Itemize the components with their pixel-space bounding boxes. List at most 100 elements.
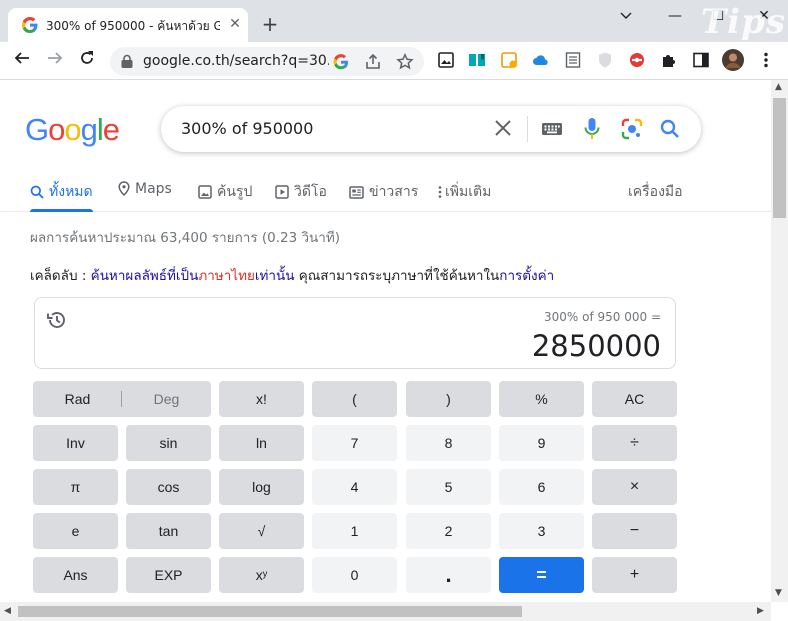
clear-search-icon[interactable] bbox=[493, 118, 513, 138]
tips-watermark: Tips bbox=[700, 2, 786, 42]
deg-button[interactable]: Deg bbox=[122, 381, 211, 417]
puzzle-extensions-icon[interactable] bbox=[660, 51, 678, 69]
tan-button[interactable]: tan bbox=[126, 513, 211, 549]
ln-button[interactable]: ln bbox=[219, 425, 304, 461]
digit-6-button[interactable]: 6 bbox=[499, 469, 584, 505]
microphone-icon[interactable] bbox=[583, 117, 601, 141]
history-icon[interactable] bbox=[46, 309, 68, 331]
google-lens-g-icon[interactable] bbox=[332, 53, 350, 71]
inverse-button[interactable]: Inv bbox=[33, 425, 118, 461]
search-icon[interactable] bbox=[659, 118, 681, 140]
rad-button[interactable]: Rad bbox=[33, 381, 122, 417]
digit-2-button[interactable]: 2 bbox=[406, 513, 491, 549]
keyboard-icon[interactable] bbox=[541, 120, 563, 138]
google-favicon-icon bbox=[22, 17, 38, 33]
close-paren-button[interactable]: ) bbox=[406, 381, 491, 417]
bookmark-star-icon[interactable] bbox=[396, 53, 414, 71]
avatar[interactable] bbox=[722, 49, 744, 71]
cloud-extension-icon[interactable] bbox=[532, 51, 550, 69]
cos-button[interactable]: cos bbox=[126, 469, 211, 505]
tools-button[interactable]: เครื่องมือ bbox=[628, 181, 683, 203]
digit-4-button[interactable]: 4 bbox=[312, 469, 397, 505]
scroll-down-arrow-icon[interactable]: ▼ bbox=[775, 588, 782, 598]
plus-button[interactable]: + bbox=[592, 557, 677, 593]
more-vertical-icon bbox=[438, 186, 442, 198]
scroll-left-arrow-icon[interactable]: ◀ bbox=[4, 606, 11, 616]
tab-all-label: ทั้งหมด bbox=[49, 184, 93, 200]
side-panel-icon[interactable] bbox=[692, 51, 710, 69]
ans-button[interactable]: Ans bbox=[33, 557, 118, 593]
lock-icon bbox=[121, 54, 133, 68]
tab-news[interactable]: ข่าวสาร bbox=[349, 181, 418, 203]
google-lens-camera-icon[interactable] bbox=[621, 118, 643, 140]
tab-maps[interactable]: Maps bbox=[118, 181, 172, 197]
back-button[interactable] bbox=[11, 50, 33, 72]
percent-button[interactable]: % bbox=[499, 381, 584, 417]
tab-images[interactable]: ค้นรูป bbox=[198, 181, 252, 203]
open-paren-button[interactable]: ( bbox=[312, 381, 397, 417]
thai-only-link[interactable]: ค้นหาผลลัพธ์ที่เป็นภาษาไทยเท่านั้น bbox=[91, 268, 295, 284]
reload-button[interactable] bbox=[76, 50, 98, 72]
tip-link-part: เท่านั้น bbox=[254, 268, 295, 284]
logo-letter: e bbox=[102, 112, 120, 147]
tip-link-thai: ภาษาไทย bbox=[198, 268, 255, 284]
digit-9-button[interactable]: 9 bbox=[499, 425, 584, 461]
address-bar[interactable]: google.co.th/search?q=30... bbox=[110, 47, 424, 76]
shield-icon[interactable] bbox=[596, 51, 614, 69]
digit-1-button[interactable]: 1 bbox=[312, 513, 397, 549]
divide-button[interactable]: ÷ bbox=[592, 425, 677, 461]
settings-link[interactable]: การตั้งค่า bbox=[499, 268, 554, 284]
browser-tab[interactable]: 300% of 950000 - ค้นหาด้วย Google ✕ bbox=[8, 8, 248, 42]
e-button[interactable]: e bbox=[33, 513, 118, 549]
tab-images-label: ค้นรูป bbox=[217, 184, 253, 200]
note-extension-icon[interactable] bbox=[500, 51, 518, 69]
power-button[interactable]: xʸ bbox=[219, 557, 304, 593]
pi-button[interactable]: π bbox=[33, 469, 118, 505]
logo-letter: G bbox=[25, 112, 49, 147]
search-box[interactable]: 300% of 950000 bbox=[161, 106, 701, 152]
browser-menu-icon[interactable] bbox=[757, 51, 775, 69]
decimal-point-button[interactable]: . bbox=[406, 557, 491, 593]
multiply-button[interactable]: × bbox=[592, 469, 677, 505]
digit-7-button[interactable]: 7 bbox=[312, 425, 397, 461]
document-extension-icon[interactable] bbox=[564, 51, 582, 69]
tab-close-icon[interactable]: ✕ bbox=[226, 15, 244, 33]
search-input[interactable]: 300% of 950000 bbox=[181, 119, 313, 138]
digit-0-button[interactable]: 0 bbox=[312, 557, 397, 593]
new-tab-button[interactable]: + bbox=[258, 13, 282, 37]
google-logo[interactable]: Google bbox=[25, 112, 120, 148]
square-root-button[interactable]: √ bbox=[219, 513, 304, 549]
tab-search-chevron-icon[interactable] bbox=[614, 6, 638, 26]
minus-button[interactable]: − bbox=[592, 513, 677, 549]
video-icon bbox=[275, 185, 289, 199]
vertical-scroll-thumb[interactable] bbox=[773, 98, 786, 218]
tab-videos[interactable]: วิดีโอ bbox=[275, 181, 327, 203]
factorial-button[interactable]: x! bbox=[219, 381, 304, 417]
tab-title: 300% of 950000 - ค้นหาด้วย Google bbox=[46, 19, 220, 33]
red-extension-icon[interactable] bbox=[628, 51, 646, 69]
search-divider bbox=[527, 116, 528, 142]
digit-5-button[interactable]: 5 bbox=[406, 469, 491, 505]
share-icon[interactable] bbox=[364, 53, 382, 71]
horizontal-scrollbar[interactable]: ◀ ▶ bbox=[0, 602, 771, 621]
tab-more[interactable]: เพิ่มเติม bbox=[438, 181, 491, 203]
result-stats: ผลการค้นหาประมาณ 63,400 รายการ (0.23 วิน… bbox=[30, 230, 341, 246]
all-clear-button[interactable]: AC bbox=[592, 381, 677, 417]
scroll-right-arrow-icon[interactable]: ▶ bbox=[757, 606, 764, 616]
sin-button[interactable]: sin bbox=[126, 425, 211, 461]
horizontal-scroll-thumb[interactable] bbox=[18, 606, 522, 617]
tab-all[interactable]: ทั้งหมด bbox=[30, 181, 93, 203]
log-button[interactable]: log bbox=[219, 469, 304, 505]
vertical-scrollbar[interactable]: ▲ ▼ bbox=[771, 80, 788, 602]
rad-deg-toggle[interactable]: Rad Deg bbox=[33, 381, 211, 417]
tab-news-label: ข่าวสาร bbox=[369, 184, 419, 200]
scroll-up-arrow-icon[interactable]: ▲ bbox=[775, 82, 782, 92]
forward-button[interactable] bbox=[44, 50, 66, 72]
exp-button[interactable]: EXP bbox=[126, 557, 211, 593]
digit-3-button[interactable]: 3 bbox=[499, 513, 584, 549]
digit-8-button[interactable]: 8 bbox=[406, 425, 491, 461]
image-extension-icon[interactable] bbox=[437, 51, 455, 69]
reader-book-icon[interactable] bbox=[468, 51, 486, 69]
calculator-display: 300% of 950 000 = 2850000 bbox=[34, 297, 676, 369]
equals-button[interactable]: = bbox=[499, 557, 584, 593]
